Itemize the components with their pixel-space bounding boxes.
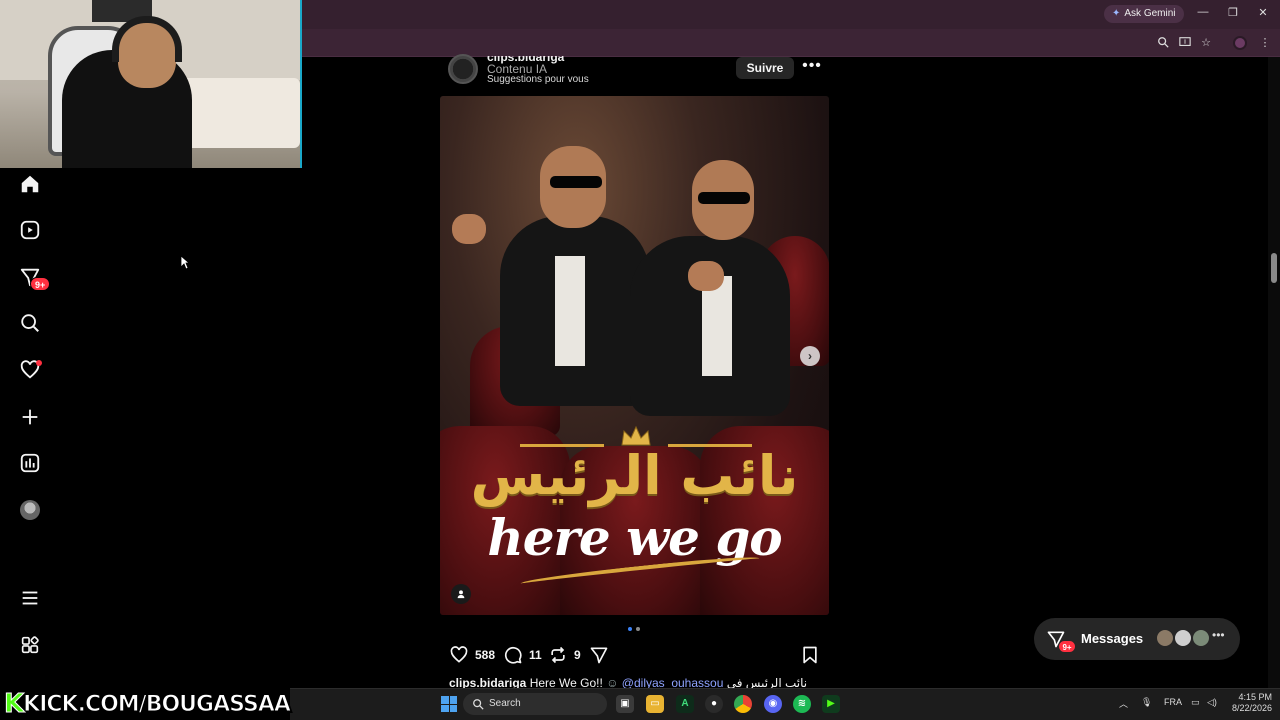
taskbar-search-icon bbox=[473, 699, 484, 710]
comment-button[interactable]: 11 bbox=[503, 645, 542, 665]
messages-more-icon[interactable]: ••• bbox=[1212, 628, 1225, 642]
browser-menu-icon[interactable]: ⋮ bbox=[1258, 36, 1272, 50]
page-scrollbar[interactable] bbox=[1268, 57, 1280, 688]
kick-stream-overlay: K KICK.COM/BOUGASSAA bbox=[0, 688, 292, 720]
restore-icon[interactable]: ❐ bbox=[1225, 6, 1241, 19]
person-right-hand bbox=[688, 261, 724, 291]
notification-badge: 9+ bbox=[30, 277, 51, 291]
taskbar-clock[interactable]: 4:15 PM 8/22/2026 bbox=[1228, 692, 1272, 714]
carousel-dot bbox=[636, 627, 640, 631]
kick-channel-url: KICK.COM/BOUGASSAA bbox=[23, 691, 292, 717]
taskbar-date: 8/22/2026 bbox=[1231, 703, 1272, 713]
chrome-icon[interactable] bbox=[734, 695, 752, 713]
kick-logo-letter: K bbox=[3, 689, 24, 720]
task-view-icon[interactable]: ▣ bbox=[616, 695, 634, 713]
post-author-avatar[interactable] bbox=[448, 54, 478, 84]
file-explorer-icon[interactable]: ▭ bbox=[646, 695, 664, 713]
volume-icon[interactable]: ◁) bbox=[1207, 697, 1217, 708]
post-suggestion-label: Suggestions pour vous bbox=[487, 74, 589, 85]
zoom-icon[interactable] bbox=[1156, 36, 1170, 50]
person-right-sunglasses bbox=[698, 192, 750, 204]
repost-button[interactable]: 9 bbox=[548, 645, 581, 665]
like-button[interactable]: 588 bbox=[449, 645, 495, 665]
messages-badge: 9+ bbox=[1058, 640, 1076, 653]
ask-gemini-button[interactable]: ✦ Ask Gemini bbox=[1104, 5, 1184, 23]
mouse-cursor-icon bbox=[180, 255, 190, 270]
ask-gemini-label: Ask Gemini bbox=[1124, 8, 1176, 19]
carousel-next-button[interactable]: › bbox=[800, 346, 820, 366]
follow-button[interactable]: Suivre bbox=[736, 57, 794, 79]
save-button[interactable] bbox=[800, 645, 820, 665]
profile-avatar[interactable] bbox=[20, 500, 40, 520]
reels-icon[interactable] bbox=[18, 218, 42, 242]
browser-profile-avatar[interactable] bbox=[1233, 36, 1247, 50]
home-icon[interactable] bbox=[18, 172, 42, 196]
screen: ✦ Ask Gemini — ❐ ✕ ☆ ⋮ 9+ clips.bidariga… bbox=[0, 0, 1280, 720]
microphone-icon[interactable]: 🎙︎ bbox=[1141, 697, 1152, 708]
messages-label[interactable]: Messages bbox=[1081, 631, 1143, 646]
repost-icon bbox=[551, 646, 565, 664]
heart-icon bbox=[450, 646, 468, 663]
image-title-arabic: نائب الرئيس bbox=[470, 444, 799, 507]
minimize-icon[interactable]: — bbox=[1195, 6, 1211, 18]
webcam-overlay bbox=[0, 0, 302, 168]
notification-dot bbox=[36, 360, 42, 366]
share-button[interactable] bbox=[589, 645, 609, 665]
app-icon-green[interactable]: A bbox=[676, 695, 694, 713]
person-left-sunglasses bbox=[550, 176, 602, 188]
spotify-icon[interactable]: ≋ bbox=[793, 695, 811, 713]
person-left-hand bbox=[452, 214, 486, 244]
image-title-english: here we go bbox=[487, 508, 782, 567]
taskbar-search-box[interactable]: Search bbox=[463, 693, 607, 715]
comment-count: 11 bbox=[529, 648, 542, 662]
more-apps-icon[interactable] bbox=[18, 633, 42, 657]
like-count: 588 bbox=[475, 648, 496, 662]
install-app-icon[interactable] bbox=[1178, 36, 1192, 50]
bookmark-star-icon[interactable]: ☆ bbox=[1199, 36, 1213, 50]
person-left-shirt bbox=[555, 256, 585, 366]
carousel-dot-active bbox=[628, 627, 632, 631]
kick-app-icon[interactable]: ▶ bbox=[822, 695, 840, 713]
taskbar-time: 4:15 PM bbox=[1238, 692, 1272, 702]
create-plus-icon[interactable] bbox=[18, 405, 42, 429]
comment-icon bbox=[504, 646, 522, 664]
windows-start-icon[interactable] bbox=[441, 696, 457, 712]
share-icon bbox=[590, 647, 608, 664]
page-scrollbar-thumb[interactable] bbox=[1271, 253, 1277, 283]
message-contact-avatar[interactable] bbox=[1191, 628, 1211, 648]
discord-icon[interactable]: ◉ bbox=[764, 695, 782, 713]
bookmark-icon bbox=[803, 646, 817, 664]
browser-address-bar[interactable] bbox=[302, 29, 1280, 57]
tagged-users-icon[interactable] bbox=[451, 584, 471, 604]
close-icon[interactable]: ✕ bbox=[1255, 6, 1271, 19]
message-contact-avatar[interactable] bbox=[1173, 628, 1193, 648]
person-right-shirt bbox=[702, 276, 732, 376]
network-icon[interactable]: ▭ bbox=[1191, 697, 1200, 708]
insights-chart-icon[interactable] bbox=[18, 451, 42, 475]
gemini-sparkle-icon: ✦ bbox=[1112, 8, 1121, 19]
show-hidden-icons-icon[interactable]: ︿ bbox=[1119, 697, 1128, 710]
menu-hamburger-icon[interactable] bbox=[18, 586, 42, 610]
search-icon[interactable] bbox=[18, 311, 42, 335]
repost-count: 9 bbox=[574, 648, 581, 662]
message-contact-avatar[interactable] bbox=[1155, 628, 1175, 648]
app-icon-dark[interactable]: ● bbox=[705, 695, 723, 713]
language-indicator[interactable]: FRA bbox=[1164, 697, 1182, 707]
more-options-icon[interactable]: ••• bbox=[802, 58, 822, 78]
